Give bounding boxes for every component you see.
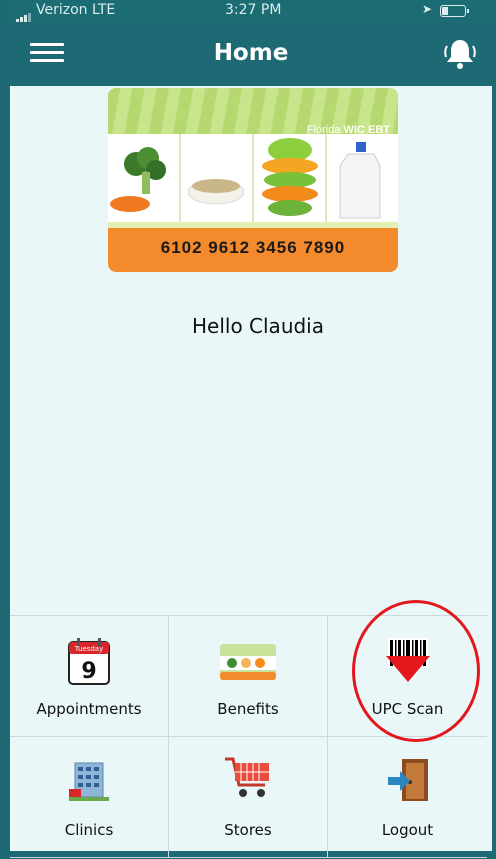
benefits-card-icon xyxy=(220,644,276,680)
menu-benefits[interactable]: Benefits xyxy=(169,616,328,737)
building-icon xyxy=(69,762,109,801)
greeting-text: Hello Claudia xyxy=(191,314,324,338)
calendar-date-label: 9 xyxy=(81,659,96,684)
menu-upc-scan[interactable]: UPC Scan xyxy=(328,616,487,737)
carrier-label: Verizon LTE xyxy=(36,2,116,18)
menu-stores[interactable]: Stores xyxy=(169,737,328,858)
clock: 3:27 PM xyxy=(225,2,282,18)
shopping-cart-icon xyxy=(225,757,269,797)
menu-label: Stores xyxy=(224,821,272,839)
calendar-icon: Tuesday 9 xyxy=(68,638,110,685)
menu-appointments[interactable]: Tuesday 9 Appointments xyxy=(10,616,169,737)
card-number: 6102 9612 3456 7890 xyxy=(160,238,346,257)
door-exit-icon xyxy=(387,759,428,801)
top-nav-bar: Home xyxy=(10,22,492,86)
menu-logout[interactable]: Logout xyxy=(328,737,487,858)
menu-label: Benefits xyxy=(217,700,279,718)
menu-grid: Tuesday 9 Appointments Benefits UPC Scan xyxy=(10,615,488,858)
menu-label: Appointments xyxy=(36,700,142,718)
bell-icon[interactable] xyxy=(442,36,478,72)
calendar-day-label: Tuesday xyxy=(74,645,103,653)
battery-icon xyxy=(440,5,469,17)
menu-label: Logout xyxy=(381,821,434,839)
menu-label: UPC Scan xyxy=(371,700,444,718)
food-images xyxy=(108,134,398,222)
menu-label: Clinics xyxy=(64,821,114,839)
status-bar: Verizon LTE 3:27 PM ➤ xyxy=(10,0,492,23)
signal-icon xyxy=(16,7,38,23)
menu-clinics[interactable]: Clinics xyxy=(10,737,169,858)
card-number-bar: 6102 9612 3456 7890 xyxy=(108,228,398,272)
location-icon: ➤ xyxy=(422,2,433,16)
ebt-card: Florida WIC EBT 6102 9612 3456 7890 xyxy=(108,88,398,272)
page-title: Home xyxy=(213,40,289,66)
barcode-scan-icon xyxy=(385,638,430,682)
